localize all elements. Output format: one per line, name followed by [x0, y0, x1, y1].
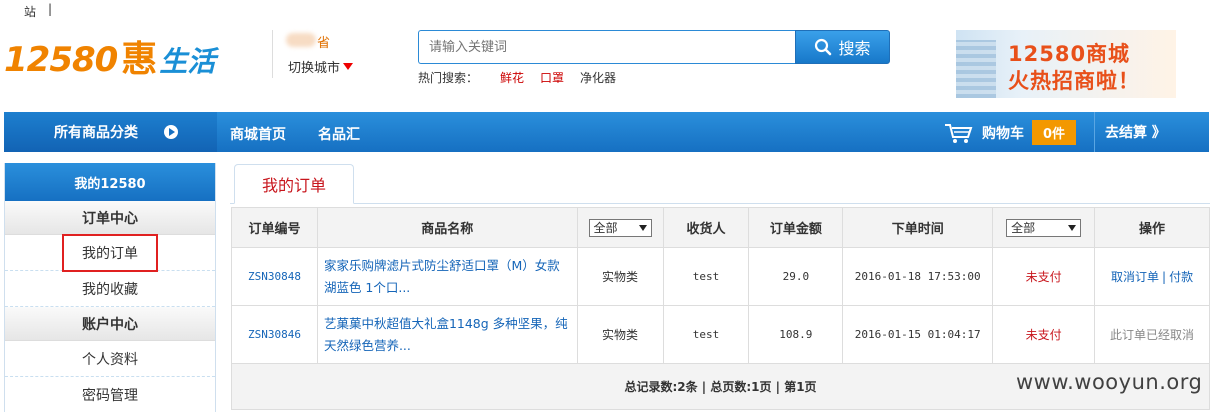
sidebar-section-account: 账户中心	[5, 307, 215, 341]
order-status: 未支付	[992, 247, 1096, 306]
table-row: ZSN30848 家家乐购牌滤片式防尘舒适口罩（M）女款湖蓝色 1个口... 实…	[231, 247, 1210, 306]
dropdown-triangle-icon	[343, 63, 354, 70]
pay-link[interactable]: 付款	[1169, 270, 1193, 284]
tab-underline	[230, 203, 1210, 204]
all-categories-label: 所有商品分类	[54, 125, 138, 141]
top-strip: 站 |	[0, 0, 1225, 22]
sidebar-item-label: 密码管理	[82, 387, 138, 404]
sidebar-item-favorites[interactable]: 我的收藏	[5, 271, 215, 307]
checkout-button[interactable]: 去结算 》	[1094, 112, 1209, 152]
cart-button[interactable]: 购物车 0件	[944, 120, 1077, 145]
province-suffix: 省	[317, 36, 331, 51]
hot-search-item[interactable]: 净化器	[580, 69, 616, 86]
sidebar-item-label: 我的订单	[62, 233, 158, 272]
sidebar-item-label: 我的收藏	[82, 281, 138, 298]
sidebar-header: 我的12580	[5, 163, 215, 201]
sidebar-item-my-orders[interactable]: 我的订单	[5, 233, 215, 272]
arrow-right-circle-icon	[164, 125, 178, 139]
receiver: test	[662, 305, 750, 364]
col-amount: 订单金额	[748, 207, 844, 248]
checkout-label: 去结算 》	[1105, 125, 1166, 141]
promo-banner[interactable]: 12580商城 火热招商啦！	[956, 30, 1176, 98]
top-separator: |	[48, 2, 53, 16]
order-id-link[interactable]: ZSN30848	[231, 247, 318, 306]
hot-search: 热门搜索： 鲜花 口罩 净化器	[418, 69, 632, 86]
switch-city-label: 切换城市	[288, 61, 341, 76]
product-name-link[interactable]: 家家乐购牌滤片式防尘舒适口罩（M）女款湖蓝色 1个口...	[316, 247, 578, 306]
search-button[interactable]: 搜索	[795, 30, 890, 64]
nav-link-home[interactable]: 商城首页	[230, 124, 286, 144]
hot-search-item[interactable]: 口罩	[540, 69, 564, 86]
type-filter-value: 全部	[593, 221, 618, 235]
order-amount: 108.9	[748, 305, 844, 364]
nav-link-brands[interactable]: 名品汇	[318, 124, 360, 144]
cart-count-badge: 0件	[1032, 120, 1077, 145]
account-sidebar: 我的12580 订单中心 我的订单 我的收藏 账户中心 个人资料 密码管理	[4, 163, 216, 412]
hot-search-item[interactable]: 鲜花	[500, 69, 524, 86]
tab-my-orders[interactable]: 我的订单	[234, 164, 354, 204]
search-icon	[815, 38, 832, 56]
header-divider	[272, 30, 273, 78]
receiver: test	[662, 247, 750, 306]
search-input[interactable]	[418, 30, 796, 64]
order-type: 实物类	[576, 247, 664, 306]
province-label: 省	[286, 32, 331, 51]
op-separator: |	[1162, 270, 1167, 284]
all-categories-button[interactable]: 所有商品分类	[4, 112, 217, 152]
search-button-label: 搜索	[838, 39, 871, 58]
order-time: 2016-01-18 17:53:00	[842, 247, 994, 306]
site-link[interactable]: 站	[24, 3, 36, 20]
order-operations: 取消订单 | 付款	[1094, 247, 1210, 306]
status-filter-value: 全部	[1011, 221, 1036, 235]
order-amount: 29.0	[748, 247, 844, 306]
cart-label: 购物车	[982, 125, 1024, 142]
hot-search-label: 热门搜索：	[418, 71, 479, 85]
logo-hui: 惠	[121, 38, 158, 80]
chevron-down-icon	[1068, 224, 1077, 231]
cart-icon	[945, 123, 973, 143]
col-order-time: 下单时间	[842, 207, 994, 248]
cancel-order-link[interactable]: 取消订单	[1111, 270, 1159, 284]
logo-number: 12580	[4, 40, 118, 80]
col-product-name: 商品名称	[316, 207, 578, 248]
main-nav: 所有商品分类 商城首页 名品汇 购物车 0件 去结算 》	[4, 112, 1209, 152]
sidebar-item-label: 个人资料	[82, 351, 138, 368]
banner-line1: 12580商城	[1008, 42, 1131, 66]
product-name-link[interactable]: 艺菓菓中秋超值大礼盒1148g 多种坚果，纯天然绿色营养...	[316, 305, 578, 364]
switch-city-button[interactable]: 切换城市	[288, 57, 354, 76]
table-header-row: 订单编号 商品名称 全部 收货人 订单金额 下单时间 全部 操作	[231, 207, 1210, 248]
col-status-filter: 全部	[992, 207, 1096, 248]
col-type-filter: 全部	[576, 207, 664, 248]
sidebar-section-orders: 订单中心	[5, 201, 215, 235]
order-id-link[interactable]: ZSN30846	[231, 305, 318, 364]
sidebar-item-profile[interactable]: 个人资料	[5, 341, 215, 377]
type-filter-select[interactable]: 全部	[588, 218, 652, 237]
status-filter-select[interactable]: 全部	[1006, 218, 1082, 237]
order-cancelled-text: 此订单已经取消	[1094, 305, 1210, 364]
col-order-id: 订单编号	[231, 207, 318, 248]
table-row: ZSN30846 艺菓菓中秋超值大礼盒1148g 多种坚果，纯天然绿色营养...…	[231, 305, 1210, 364]
site-logo[interactable]: 12580 惠 生活	[4, 30, 215, 80]
logo-shenghuo: 生活	[159, 45, 216, 78]
chevron-down-icon	[638, 224, 647, 231]
col-receiver: 收货人	[662, 207, 750, 248]
col-operations: 操作	[1094, 207, 1210, 248]
order-status: 未支付	[992, 305, 1096, 364]
order-type: 实物类	[576, 305, 664, 364]
watermark: www.wooyun.org	[1016, 370, 1203, 394]
province-blurred	[286, 33, 316, 47]
building-graphic	[956, 40, 996, 98]
order-time: 2016-01-15 01:04:17	[842, 305, 994, 364]
banner-line2: 火热招商啦！	[1008, 69, 1140, 93]
sidebar-item-password[interactable]: 密码管理	[5, 377, 215, 412]
